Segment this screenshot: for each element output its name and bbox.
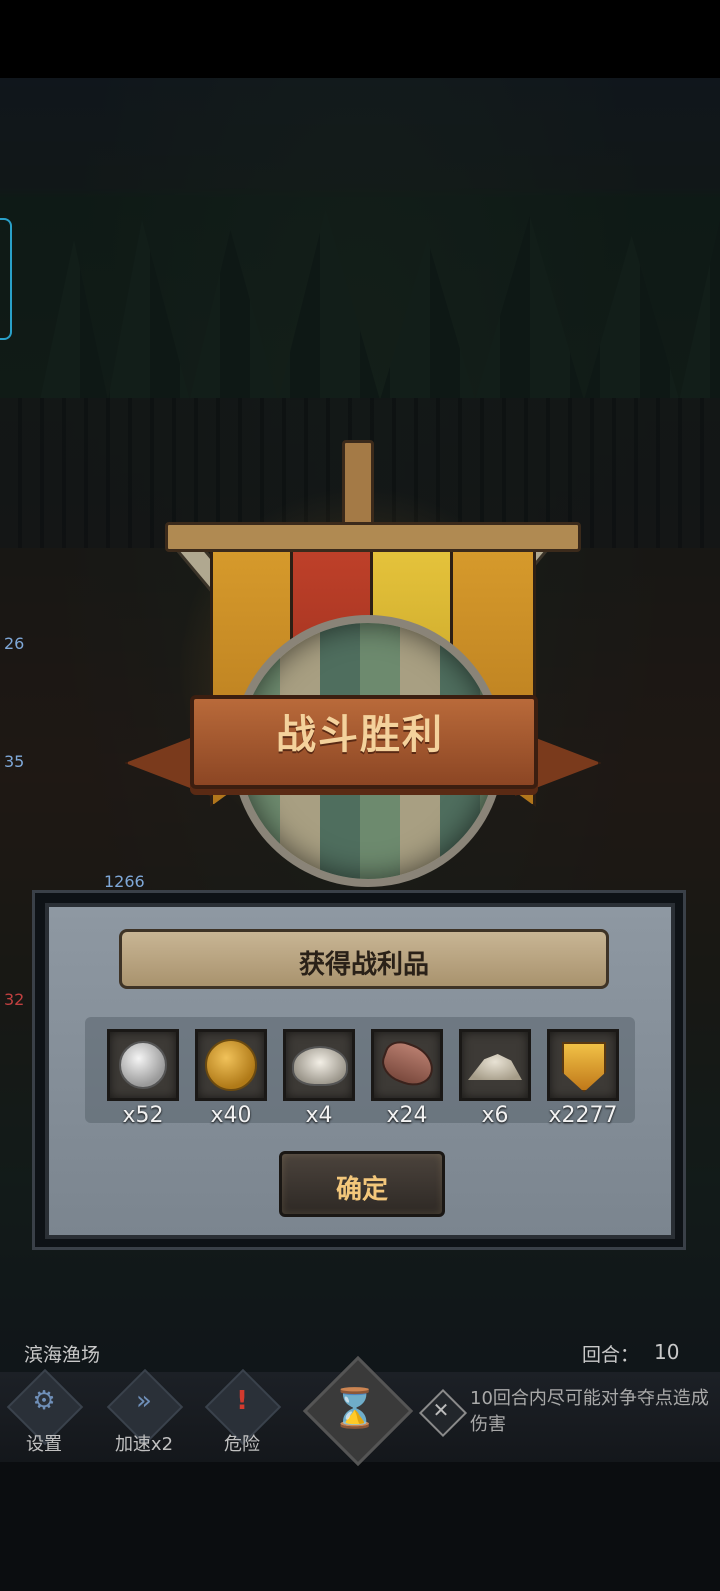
reward-item[interactable]: x6 bbox=[459, 1029, 531, 1128]
round-label: 回合： bbox=[582, 1344, 640, 1366]
silver-coin-icon bbox=[119, 1041, 167, 1089]
objective-text: 10回合内尽可能对争夺点造成伤害 bbox=[470, 1388, 709, 1435]
danger-button[interactable]: ! 危险 bbox=[200, 1368, 284, 1455]
fish-icon bbox=[376, 1036, 440, 1092]
exclamation-icon: ! bbox=[236, 1386, 248, 1416]
speed-up-button[interactable]: » 加速x2 bbox=[102, 1368, 186, 1455]
settings-label: 设置 bbox=[26, 1434, 62, 1455]
crossed-swords-icon: ✕ bbox=[432, 1398, 450, 1422]
reward-item[interactable]: x52 bbox=[107, 1029, 179, 1128]
unit-hp-marker: 32 bbox=[4, 990, 25, 1009]
reward-item-count: x6 bbox=[481, 1103, 509, 1128]
reward-item-count: x40 bbox=[210, 1103, 252, 1128]
reward-item[interactable]: x24 bbox=[371, 1029, 443, 1128]
objective-icon: ✕ bbox=[418, 1388, 468, 1438]
round-counter: 10 bbox=[654, 1340, 680, 1364]
rewards-panel: 获得战利品 x52 x40 x4 x24 x6 x2277 确定 bbox=[32, 890, 686, 1250]
gear-icon: ⚙ bbox=[32, 1386, 56, 1416]
confirm-button[interactable]: 确定 bbox=[279, 1151, 445, 1217]
reward-item-slot[interactable] bbox=[195, 1029, 267, 1101]
reward-item-slot[interactable] bbox=[283, 1029, 355, 1101]
reward-item-slot[interactable] bbox=[459, 1029, 531, 1101]
reward-item-count: x2277 bbox=[548, 1103, 618, 1128]
reward-item[interactable]: x4 bbox=[283, 1029, 355, 1128]
reward-item[interactable]: x2277 bbox=[547, 1029, 619, 1128]
honor-badge-icon bbox=[562, 1042, 606, 1092]
gold-coin-icon bbox=[205, 1039, 257, 1091]
unit-hp-marker: 26 bbox=[4, 634, 25, 653]
reward-item-slot[interactable] bbox=[107, 1029, 179, 1101]
status-bar bbox=[0, 0, 720, 78]
reward-item[interactable]: x40 bbox=[195, 1029, 267, 1128]
reward-item-slot[interactable] bbox=[547, 1029, 619, 1101]
danger-label: 危险 bbox=[224, 1434, 260, 1455]
reward-item-slot[interactable] bbox=[371, 1029, 443, 1101]
victory-title: 战斗胜利 bbox=[276, 712, 444, 758]
location-name: 滨海渔场 bbox=[24, 1344, 101, 1366]
rewards-title: 获得战利品 bbox=[298, 950, 429, 980]
hourglass-icon: ⌛ bbox=[331, 1386, 379, 1430]
speed-up-label: 加速x2 bbox=[114, 1434, 174, 1455]
oyster-icon bbox=[292, 1046, 348, 1086]
confirm-button-label: 确定 bbox=[335, 1175, 388, 1205]
rewards-title-bar: 获得战利品 bbox=[119, 929, 609, 989]
reward-item-count: x4 bbox=[305, 1103, 333, 1128]
salt-pile-icon bbox=[468, 1054, 522, 1080]
fast-forward-icon: » bbox=[136, 1386, 152, 1416]
rewards-panel-body: 获得战利品 x52 x40 x4 x24 x6 x2277 确定 bbox=[45, 903, 675, 1239]
end-turn-button[interactable]: ⌛ bbox=[302, 1355, 414, 1467]
victory-emblem: 战斗胜利 bbox=[120, 440, 601, 890]
bottom-hud: ⚙ 设置 » 加速x2 ! 危险 ⌛ ✕ 10回合内尽可能对争夺点造成伤害 bbox=[0, 1355, 720, 1467]
banner-crossbar bbox=[165, 522, 581, 552]
reward-item-count: x52 bbox=[122, 1103, 164, 1128]
settings-button[interactable]: ⚙ 设置 bbox=[2, 1368, 86, 1455]
reward-items-row: x52 x40 x4 x24 x6 x2277 bbox=[85, 1017, 635, 1128]
reward-item-count: x24 bbox=[386, 1103, 428, 1128]
left-side-tab[interactable] bbox=[0, 218, 12, 340]
unit-hp-marker: 35 bbox=[4, 752, 25, 771]
